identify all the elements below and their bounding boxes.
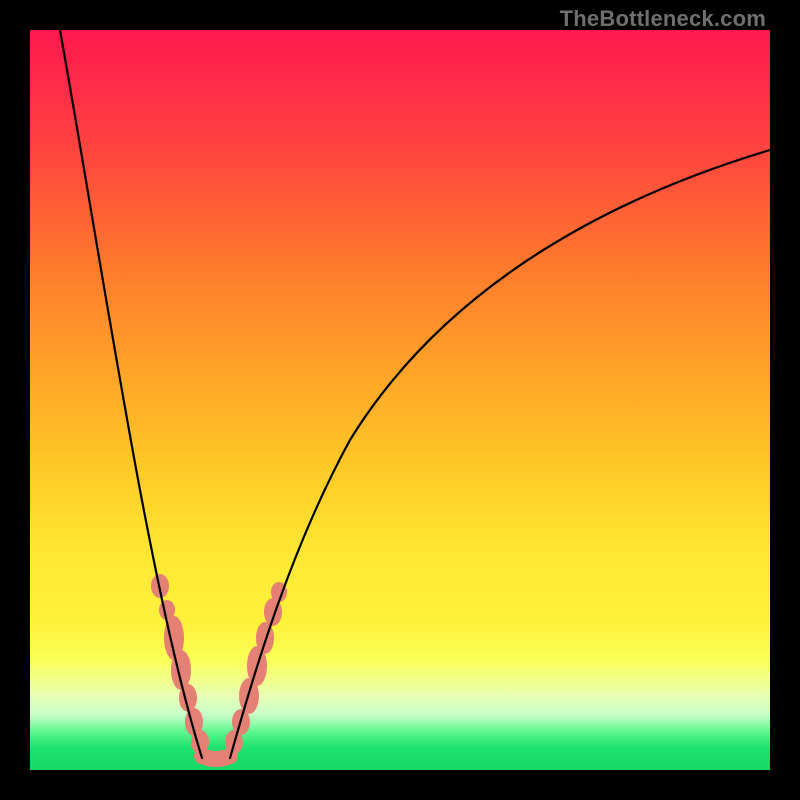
curve-right-branch <box>230 150 770 758</box>
marker-base-segment <box>202 756 230 759</box>
watermark-text: TheBottleneck.com <box>560 6 766 32</box>
marker-cluster-left <box>151 574 209 754</box>
plot-area <box>30 30 770 770</box>
curve-layer <box>30 30 770 770</box>
